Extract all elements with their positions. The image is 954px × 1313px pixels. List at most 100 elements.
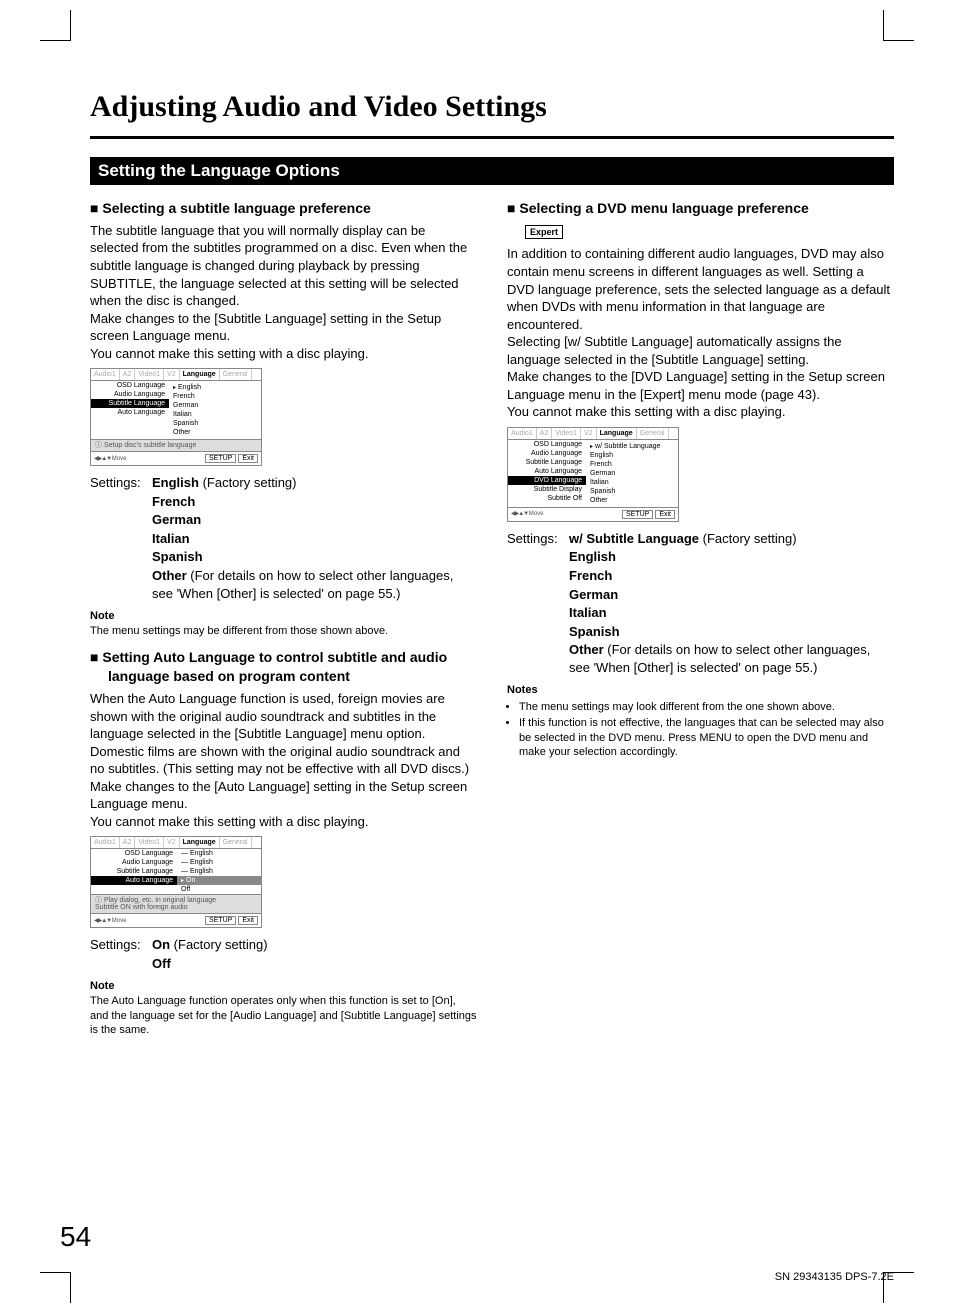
osd-row: Subtitle Language — [91, 867, 177, 876]
osd-value: Spanish — [586, 487, 678, 496]
note-text: The menu settings may be different from … — [90, 624, 477, 638]
osd-info: Setup disc's subtitle language — [91, 439, 261, 451]
body-text: The subtitle language that you will norm… — [90, 222, 477, 362]
footer-code: SN 29343135 DPS-7.2E — [775, 1271, 894, 1283]
settings-label: Settings: — [90, 936, 152, 973]
subheading-subtitle-pref: Selecting a subtitle language preference — [108, 199, 477, 218]
osd-menu-auto-language: Audio1A2Video1V2LanguageGeneral OSD Lang… — [90, 836, 262, 928]
settings-item: English — [569, 548, 894, 566]
osd-nav-icon: Move — [94, 456, 126, 462]
osd-row: Subtitle Language — [508, 458, 586, 467]
osd-value: Italian — [586, 478, 678, 487]
osd-row: Audio Language — [508, 449, 586, 458]
osd-row: Subtitle Off — [508, 494, 586, 503]
osd-tab: A2 — [537, 428, 553, 439]
osd-tab: V2 — [164, 369, 180, 380]
osd-value: On — [177, 876, 261, 885]
osd-value: German — [586, 469, 678, 478]
subheading-auto-language: Setting Auto Language to control subtitl… — [108, 648, 477, 686]
crop-mark — [40, 1272, 71, 1303]
osd-value: French — [169, 392, 261, 401]
page-number: 54 — [60, 1221, 91, 1253]
settings-item: German — [569, 586, 894, 604]
settings-item: Other (For details on how to select othe… — [569, 641, 894, 676]
osd-exit-button: Exit — [238, 454, 258, 463]
osd-value: French — [586, 460, 678, 469]
left-column: Selecting a subtitle language preference… — [90, 193, 477, 1037]
osd-value: Off — [177, 885, 261, 894]
osd-setup-button: SETUP — [205, 454, 236, 463]
notes-list: The menu settings may look different fro… — [519, 700, 894, 759]
settings-label: Settings: — [507, 530, 569, 677]
divider — [90, 136, 894, 139]
settings-item: Spanish — [152, 548, 477, 566]
osd-tab: Video1 — [135, 837, 164, 848]
osd-row: Audio Language — [91, 390, 169, 399]
osd-tab: A2 — [120, 837, 136, 848]
osd-tab: Video1 — [552, 428, 581, 439]
settings-item: On — [152, 936, 477, 954]
settings-list: Settings: EnglishFrenchGermanItalianSpan… — [90, 474, 477, 603]
settings-item: Other (For details on how to select othe… — [152, 567, 477, 602]
osd-info: Play dialog, etc. in original language S… — [91, 894, 261, 913]
osd-value: — English — [177, 867, 261, 876]
note-heading: Note — [90, 979, 477, 994]
osd-tab: Language — [597, 428, 637, 439]
page-title: Adjusting Audio and Video Settings — [90, 90, 894, 124]
crop-mark — [883, 10, 914, 41]
osd-row: Auto Language — [91, 876, 177, 885]
osd-nav-icon: Move — [511, 511, 543, 517]
section-heading: Setting the Language Options — [90, 157, 894, 185]
note-item: If this function is not effective, the l… — [519, 716, 894, 759]
osd-tab: Audio1 — [508, 428, 537, 439]
osd-row: Auto Language — [508, 467, 586, 476]
crop-mark — [40, 10, 71, 41]
osd-value: Spanish — [169, 419, 261, 428]
osd-row: OSD Language — [508, 440, 586, 449]
osd-tab: General — [637, 428, 669, 439]
osd-tab: Video1 — [135, 369, 164, 380]
osd-row: Subtitle Display — [508, 485, 586, 494]
osd-tab: General — [220, 837, 252, 848]
settings-list: Settings: OnOff — [90, 936, 477, 973]
osd-setup-button: SETUP — [205, 916, 236, 925]
osd-tab: V2 — [581, 428, 597, 439]
osd-value: Other — [169, 428, 261, 437]
osd-value: Italian — [169, 410, 261, 419]
settings-label: Settings: — [90, 474, 152, 603]
osd-tab: V2 — [164, 837, 180, 848]
osd-row — [91, 885, 177, 894]
body-text: When the Auto Language function is used,… — [90, 690, 477, 830]
osd-setup-button: SETUP — [622, 510, 653, 519]
osd-menu-subtitle: Audio1A2Video1V2LanguageGeneral OSD Lang… — [90, 368, 262, 466]
osd-nav-icon: Move — [94, 918, 126, 924]
osd-value: German — [169, 401, 261, 410]
settings-item: French — [152, 493, 477, 511]
osd-tab: General — [220, 369, 252, 380]
osd-row: Audio Language — [91, 858, 177, 867]
settings-item: German — [152, 511, 477, 529]
osd-row: OSD Language — [91, 381, 169, 390]
osd-value: Other — [586, 496, 678, 505]
osd-value: English — [586, 451, 678, 460]
osd-tab: Language — [180, 837, 220, 848]
osd-row: Subtitle Language — [91, 399, 169, 408]
settings-list: Settings: w/ Subtitle LanguageEnglishFre… — [507, 530, 894, 677]
expert-badge: Expert — [525, 225, 563, 239]
osd-value: — English — [177, 858, 261, 867]
osd-exit-button: Exit — [238, 916, 258, 925]
settings-item: Spanish — [569, 623, 894, 641]
osd-row: DVD Language — [508, 476, 586, 485]
settings-item: w/ Subtitle Language — [569, 530, 894, 548]
osd-tab: A2 — [120, 369, 136, 380]
osd-menu-dvd-language: Audio1A2Video1V2LanguageGeneral OSD Lang… — [507, 427, 679, 522]
osd-row: Auto Language — [91, 408, 169, 417]
note-heading: Note — [90, 609, 477, 624]
osd-row: OSD Language — [91, 849, 177, 858]
note-text: The Auto Language function operates only… — [90, 994, 477, 1037]
settings-item: English — [152, 474, 477, 492]
osd-value: English — [169, 383, 261, 392]
subheading-dvd-menu-pref: Selecting a DVD menu language preference — [525, 199, 894, 218]
settings-item: Italian — [569, 604, 894, 622]
notes-heading: Notes — [507, 683, 894, 698]
